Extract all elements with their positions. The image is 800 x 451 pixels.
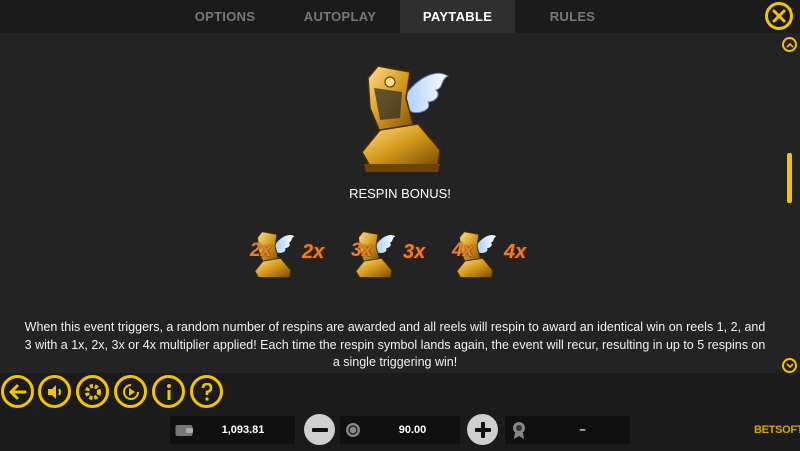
chevron-down-icon bbox=[785, 362, 794, 368]
info-button[interactable] bbox=[152, 375, 185, 408]
winged-boot-icon bbox=[361, 65, 450, 172]
balance-field: 1,093.81 bbox=[170, 416, 295, 444]
sound-button[interactable] bbox=[38, 375, 71, 408]
multiplier-label: 3x bbox=[403, 241, 426, 263]
plus-icon bbox=[474, 421, 491, 438]
scroll-up-button[interactable] bbox=[782, 37, 797, 52]
increase-bet-button[interactable] bbox=[467, 414, 498, 445]
multiplier-label: 2x bbox=[302, 241, 325, 263]
boot-multiplier-overlay: 4x bbox=[452, 240, 474, 261]
status-bar: 1,093.81 90.00 – BETSOFT bbox=[0, 414, 800, 451]
medal-icon bbox=[513, 422, 525, 439]
back-arrow-icon bbox=[9, 384, 26, 399]
autoplay-icon bbox=[122, 383, 139, 400]
minus-icon bbox=[311, 427, 328, 432]
gear-icon bbox=[84, 383, 101, 400]
bet-field: 90.00 bbox=[340, 416, 460, 444]
decrease-bet-button[interactable] bbox=[304, 414, 335, 445]
brand-logo: BETSOFT bbox=[754, 424, 800, 436]
back-button[interactable] bbox=[1, 375, 34, 408]
multiplier-item: 2x 2x bbox=[244, 228, 344, 288]
multiplier-label: 4x bbox=[504, 241, 527, 263]
boot-multiplier-overlay: 3x bbox=[351, 240, 373, 261]
win-value: – bbox=[579, 424, 586, 436]
info-icon bbox=[166, 383, 171, 400]
boot-multiplier-overlay: 2x bbox=[250, 240, 272, 261]
chevron-up-icon bbox=[785, 42, 794, 48]
paytable-panel: RESPIN BONUS! 2x 2x 3x 3x 4x 4x When thi… bbox=[0, 33, 800, 373]
tab-bar: OPTIONS AUTOPLAY PAYTABLE RULES bbox=[170, 0, 630, 33]
multiplier-item: 3x 3x bbox=[345, 228, 445, 288]
settings-button[interactable] bbox=[76, 375, 109, 408]
close-button[interactable] bbox=[765, 2, 793, 30]
wallet-icon bbox=[175, 425, 193, 436]
scrollbar-track[interactable] bbox=[787, 57, 792, 353]
tab-options[interactable]: OPTIONS bbox=[170, 0, 280, 33]
balance-value: 1,093.81 bbox=[221, 424, 265, 436]
feature-description: When this event triggers, a random numbe… bbox=[24, 320, 766, 369]
scroll-down-button[interactable] bbox=[782, 358, 797, 373]
bet-value: 90.00 bbox=[398, 424, 427, 436]
multiplier-item: 4x 4x bbox=[446, 228, 546, 288]
tab-autoplay[interactable]: AUTOPLAY bbox=[280, 0, 400, 33]
tab-rules[interactable]: RULES bbox=[515, 0, 630, 33]
help-button[interactable] bbox=[190, 375, 223, 408]
coin-stack-icon bbox=[346, 423, 360, 437]
feature-title: RESPIN BONUS! bbox=[349, 186, 451, 201]
close-x-icon bbox=[772, 9, 786, 23]
win-field: – bbox=[505, 416, 630, 444]
tab-paytable[interactable]: PAYTABLE bbox=[400, 0, 515, 33]
help-icon bbox=[201, 382, 212, 401]
speaker-icon bbox=[47, 384, 61, 399]
autoplay-button[interactable] bbox=[114, 375, 147, 408]
